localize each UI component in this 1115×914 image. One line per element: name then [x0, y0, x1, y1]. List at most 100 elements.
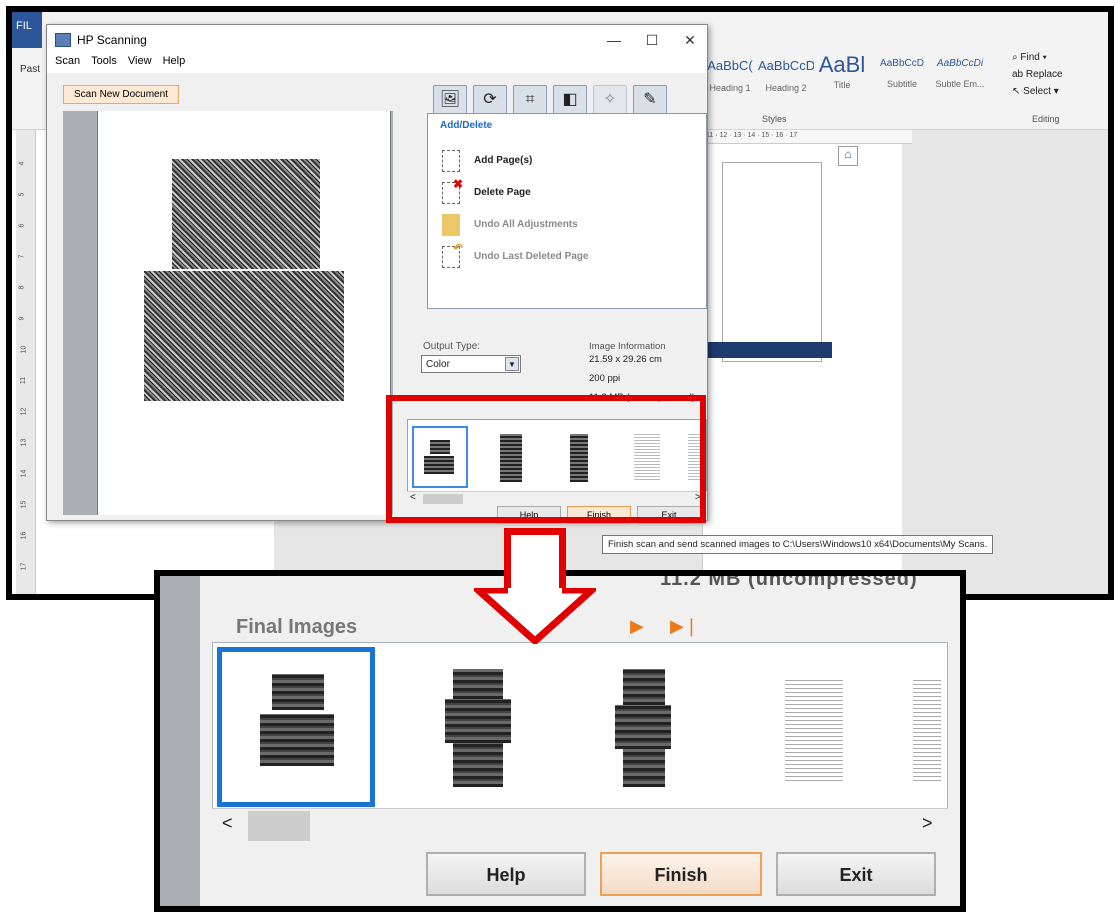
word-vertical-ruler: 4 5 6 7 8 9 10 11 12 13 14 15 16 17 18	[16, 130, 36, 594]
style-name: Subtle Em...	[935, 79, 985, 89]
ruler-number: 6	[18, 223, 26, 228]
menu-help[interactable]: Help	[163, 55, 186, 67]
skip-last-icon[interactable]: ▶❘	[670, 616, 699, 637]
ruler-number: 13	[20, 438, 28, 447]
cursor-icon: ↖	[1012, 86, 1024, 97]
ruler-number: 10	[20, 345, 28, 354]
ruler-number: 4	[18, 161, 26, 166]
styles-group-label: Styles	[762, 114, 787, 124]
scanned-photo-top	[172, 159, 320, 269]
help-button-zoomed[interactable]: Help	[426, 852, 586, 896]
replace-button[interactable]: ab Replace	[1012, 69, 1108, 80]
scan-preview-area	[63, 111, 393, 515]
hp-menubar: Scan Tools View Help	[47, 55, 707, 73]
replace-label: Replace	[1025, 69, 1063, 80]
menu-scan[interactable]: Scan	[55, 55, 80, 67]
image-information-title: Image Information	[589, 341, 666, 352]
cropped-filesize-text: 11.2 MB (uncompressed)	[660, 570, 918, 590]
style-subtle-emphasis[interactable]: AaBbCcDi Subtle Em...	[932, 58, 988, 104]
finish-button-zoomed[interactable]: Finish	[600, 852, 762, 896]
scan-new-document-button[interactable]: Scan New Document	[63, 85, 179, 104]
add-pages-label: Add Page(s)	[474, 155, 533, 166]
ruler-number: 5	[18, 192, 26, 197]
delete-page-label: Delete Page	[474, 187, 531, 198]
finish-tooltip: Finish scan and send scanned images to C…	[602, 535, 994, 554]
style-name: Title	[833, 80, 851, 90]
play-next-icon[interactable]: ▶	[630, 616, 644, 637]
undo-all-adjustments-action[interactable]: Undo All Adjustments	[442, 214, 662, 238]
thumb-image	[623, 669, 665, 705]
select-button[interactable]: ↖ Select ▾	[1012, 86, 1108, 97]
ruler-number: 7	[18, 254, 26, 259]
menu-tools[interactable]: Tools	[91, 55, 117, 67]
word-horizontal-ruler: 11 · 12 · 13 · 14 · 15 · 16 · 17	[702, 130, 912, 144]
style-name: Heading 2	[765, 83, 807, 93]
undo-adjustments-icon	[442, 214, 460, 236]
ruler-number: 17	[20, 562, 28, 571]
final-thumbnail-4[interactable]	[733, 647, 891, 807]
hp-scan-icon	[55, 33, 71, 47]
tab-filter-icon[interactable]: ✧	[593, 85, 627, 115]
highlight-box	[386, 395, 706, 523]
select-label: Select	[1023, 86, 1051, 97]
menu-view[interactable]: View	[128, 55, 152, 67]
style-name: Heading 1	[709, 83, 751, 93]
scan-preview-page	[97, 111, 391, 515]
picture-layout-icon[interactable]: ⌂	[838, 146, 858, 166]
image-size: 21.59 x 29.26 cm	[589, 354, 662, 365]
output-type-label: Output Type:	[423, 341, 481, 352]
style-title[interactable]: AaBl Title	[814, 52, 870, 104]
find-label: Find	[1020, 52, 1040, 63]
delete-page-action[interactable]: ✖ Delete Page	[442, 177, 642, 206]
add-pages-action[interactable]: Add Page(s)	[442, 150, 642, 174]
final-thumbnail-5[interactable]	[899, 647, 945, 807]
word-file-tab[interactable]: FIL	[12, 12, 42, 48]
tab-tools-icon[interactable]: ✎	[633, 85, 667, 115]
exit-button-zoomed[interactable]: Exit	[776, 852, 936, 896]
add-page-icon	[442, 150, 460, 172]
ruler-number: 16	[20, 531, 28, 540]
find-button[interactable]: ⌕ Find ▾	[1012, 52, 1108, 63]
image-resolution: 200 ppi	[589, 373, 621, 384]
style-heading-1[interactable]: AaBbC( Heading 1	[702, 58, 758, 104]
tab-rotate-icon[interactable]: ⟳	[473, 85, 507, 115]
style-preview: AaBbCcD	[880, 58, 924, 69]
scrollbar-thumb[interactable]	[248, 811, 310, 841]
ruler-number: 8	[18, 285, 26, 290]
editing-group-label: Editing	[1032, 114, 1060, 124]
thumb-document	[785, 677, 843, 781]
final-images-label: Final Images	[236, 616, 358, 638]
style-subtitle[interactable]: AaBbCcD Subtitle	[874, 58, 930, 104]
tab-crop-icon[interactable]: ⌗	[513, 85, 547, 115]
tab-adjust-icon[interactable]: ◧	[553, 85, 587, 115]
arrow-down-icon	[474, 588, 596, 644]
ruler-number: 12	[20, 407, 28, 416]
undo-last-deleted-page-action[interactable]: ↶ Undo Last Deleted Page	[442, 241, 662, 270]
scroll-right-icon[interactable]: >	[922, 813, 933, 834]
final-thumbnail-3[interactable]	[567, 647, 725, 807]
style-heading-2[interactable]: AaBbCcD Heading 2	[758, 58, 814, 104]
chevron-down-icon[interactable]: ▼	[505, 357, 519, 371]
word-paste-button[interactable]: Past	[20, 64, 40, 75]
embedded-screenshot-image	[722, 162, 822, 362]
undo-last-deleted-label: Undo Last Deleted Page	[474, 251, 589, 262]
output-type-select[interactable]: Color ▼	[421, 355, 521, 373]
ruler-number: 11	[20, 376, 28, 385]
thumb-image	[272, 674, 324, 710]
thumb-image	[453, 743, 503, 787]
tab-add-delete-icon[interactable]: 🖼	[433, 85, 467, 115]
preview-edge	[160, 576, 200, 906]
final-images-scrollbar[interactable]: < >	[212, 808, 948, 842]
style-preview: AaBbCcD	[758, 58, 814, 73]
undo-all-label: Undo All Adjustments	[474, 219, 578, 230]
thumb-image	[445, 699, 511, 743]
style-preview: AaBl	[818, 52, 866, 77]
maximize-button[interactable]: ☐	[637, 29, 667, 51]
final-thumbnail-1[interactable]	[217, 647, 375, 807]
scroll-left-icon[interactable]: <	[222, 813, 233, 834]
ruler-number: 9	[18, 316, 26, 321]
minimize-button[interactable]: —	[599, 29, 629, 51]
replace-icon: ab	[1012, 69, 1026, 80]
close-button[interactable]: ✕	[675, 29, 705, 51]
final-thumbnail-2[interactable]	[401, 647, 559, 807]
